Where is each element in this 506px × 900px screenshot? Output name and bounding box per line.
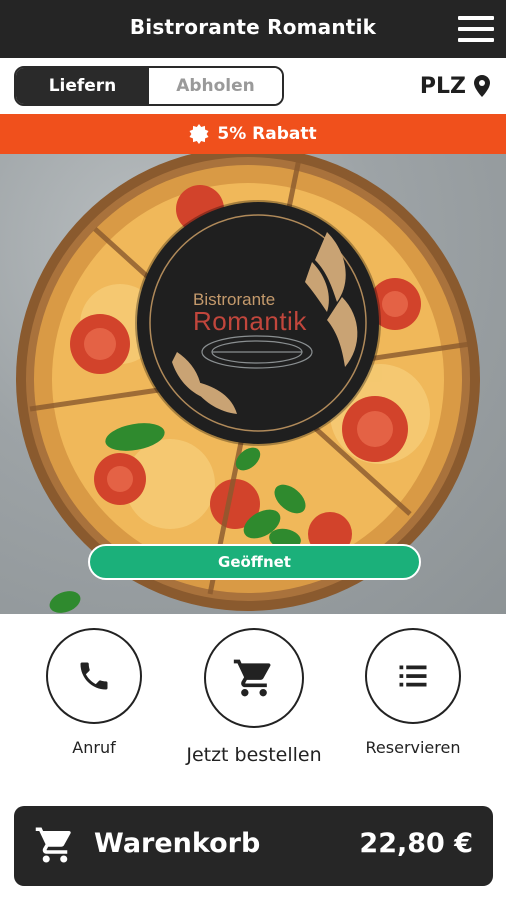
cart-icon (233, 659, 271, 697)
app-title: Bistrorante Romantik (129, 15, 377, 39)
phone-icon (80, 662, 108, 690)
order-now-button[interactable]: Jetzt bestellen (184, 628, 324, 766)
hero-banner: Bistrorante Romantik Geöffnet (0, 154, 506, 614)
quick-actions: Anruf Jetzt bestellen Reservieren (0, 614, 506, 804)
cart-icon (35, 827, 71, 863)
call-button[interactable]: Anruf (24, 628, 164, 757)
pickup-option[interactable]: Abholen (149, 68, 282, 104)
delivery-option[interactable]: Liefern (16, 68, 149, 104)
logo-text-line2: Romantik (193, 306, 307, 336)
open-status-badge: Geöffnet (88, 544, 421, 580)
hamburger-menu-icon[interactable] (456, 12, 498, 46)
plz-selector[interactable]: PLZ (420, 72, 490, 100)
discount-text: 5% Rabatt (217, 124, 317, 144)
badge-icon (189, 124, 209, 144)
reserve-label: Reservieren (365, 738, 461, 757)
call-label: Anruf (72, 738, 116, 757)
cart-button[interactable]: Warenkorb 22,80 € (14, 806, 493, 886)
cart-label: Warenkorb (94, 828, 261, 859)
call-circle (46, 628, 142, 724)
order-mode-bar: Liefern Abholen PLZ (0, 58, 506, 114)
plz-label: PLZ (419, 73, 466, 99)
list-icon (399, 665, 427, 687)
order-now-label: Jetzt bestellen (186, 744, 322, 766)
restaurant-logo: Bistrorante Romantik (137, 202, 379, 444)
app-screen: Bistrorante Romantik Liefern Abholen PLZ… (0, 0, 506, 900)
top-app-bar: Bistrorante Romantik (0, 0, 506, 58)
location-pin-icon (474, 75, 490, 97)
discount-banner[interactable]: 5% Rabatt (0, 114, 506, 154)
reserve-circle (365, 628, 461, 724)
cart-total: 22,80 € (359, 828, 473, 859)
order-mode-toggle: Liefern Abholen (14, 66, 284, 106)
order-circle (204, 628, 304, 728)
reserve-button[interactable]: Reservieren (343, 628, 483, 757)
